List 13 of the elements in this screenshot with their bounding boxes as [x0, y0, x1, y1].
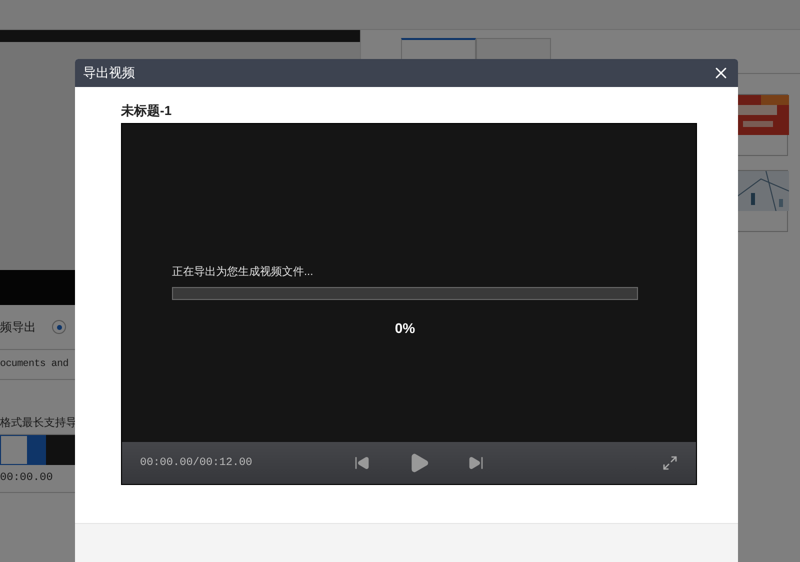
progress-message: 正在导出为您生成视频文件... [172, 264, 314, 280]
export-option-label: 频导出 [0, 319, 36, 336]
dialog-title: 导出视频 [83, 64, 135, 82]
fullscreen-icon[interactable] [662, 455, 678, 471]
radio-button[interactable] [52, 320, 66, 334]
input-field[interactable] [0, 435, 28, 465]
time-display: 00:00.00/00:12.00 [140, 456, 254, 471]
path-text: ocuments and [0, 358, 68, 372]
file-name: 未标题-1 [121, 102, 173, 120]
next-icon[interactable] [468, 455, 484, 471]
previous-icon[interactable] [354, 455, 370, 471]
time-text: 00:00.00 [0, 471, 53, 486]
progress-percent: 0% [394, 318, 416, 338]
